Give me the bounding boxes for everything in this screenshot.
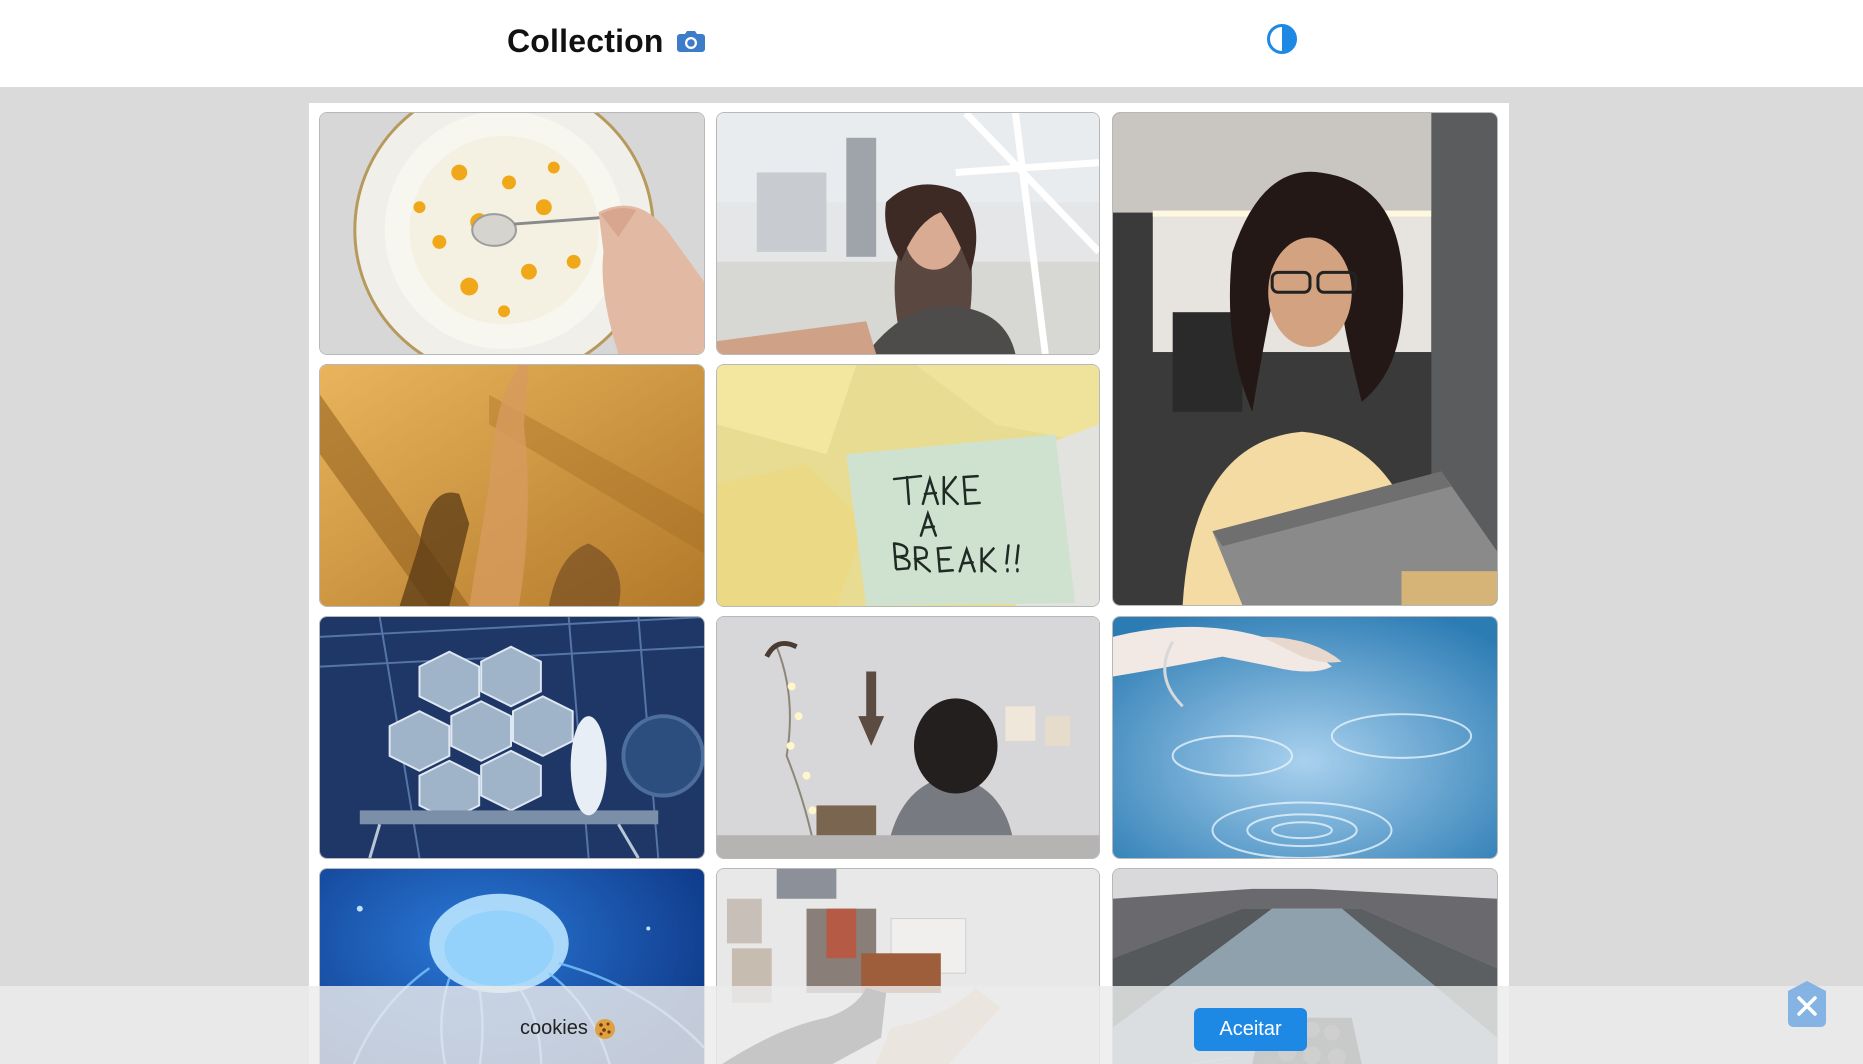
brand[interactable]: Collection	[507, 18, 706, 64]
close-icon	[1788, 981, 1826, 1027]
photo-tile-woman-hair-wind[interactable]	[716, 112, 1100, 355]
photo-tile-shadow-hands[interactable]	[319, 364, 705, 607]
cookie-icon	[594, 1018, 615, 1039]
cookie-banner	[0, 986, 1863, 1064]
photo-tile-take-a-break[interactable]	[716, 364, 1100, 607]
photo-tile-hexagon-mirror[interactable]	[319, 616, 705, 859]
top-header: Collection	[0, 0, 1863, 87]
camera-icon	[676, 31, 705, 52]
cookie-banner-text: cookies	[520, 1017, 616, 1040]
photo-tile-woman-wall[interactable]	[716, 616, 1100, 859]
contrast-icon[interactable]	[1266, 23, 1298, 55]
photo-gallery	[309, 103, 1509, 1064]
photo-tile-plate-flowers[interactable]	[319, 112, 705, 355]
page-title: Collection	[507, 22, 664, 59]
photo-tile-hand-water[interactable]	[1112, 616, 1498, 859]
cookie-label: cookies	[520, 1017, 588, 1039]
accept-cookies-button[interactable]: Aceitar	[1194, 1008, 1307, 1051]
photo-tile-woman-laptop[interactable]	[1112, 112, 1498, 606]
close-banner-button[interactable]	[1788, 981, 1826, 1027]
